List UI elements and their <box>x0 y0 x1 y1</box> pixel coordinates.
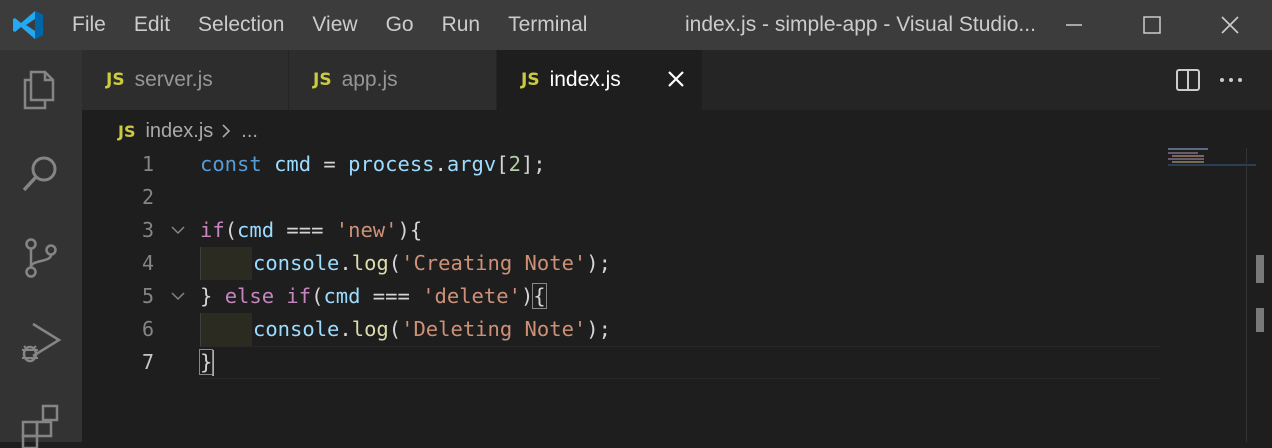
js-file-icon: JS <box>521 70 540 90</box>
line-code: if(cmd === 'new'){ <box>200 218 423 242</box>
line-number: 5 <box>141 284 154 308</box>
text-cursor <box>212 350 215 376</box>
line-number: 4 <box>141 251 154 275</box>
matching-bracket: } <box>198 349 214 375</box>
menu-edit[interactable]: Edit <box>120 0 184 50</box>
close-window-button[interactable] <box>1204 0 1256 50</box>
tab-index-js[interactable]: JS index.js <box>497 50 703 110</box>
tab-label: app.js <box>341 68 398 91</box>
minimize-icon <box>1066 24 1082 26</box>
maximize-icon <box>1143 16 1161 34</box>
run-debug-icon[interactable] <box>17 318 65 366</box>
matching-bracket: { <box>532 283 547 309</box>
window-title: index.js - simple-app - Visual Studio... <box>685 13 1036 36</box>
tab-label: index.js <box>549 68 621 91</box>
tab-label: server.js <box>134 68 213 91</box>
line-code: } else if(cmd === 'delete'){ <box>200 283 547 309</box>
line-number: 7 <box>141 350 154 374</box>
js-file-icon: JS <box>106 70 125 90</box>
menu-terminal[interactable]: Terminal <box>494 0 601 50</box>
chevron-right-icon <box>222 124 231 138</box>
explorer-icon[interactable] <box>17 66 65 114</box>
tab-server-js[interactable]: JS server.js <box>82 50 289 110</box>
close-icon <box>1221 16 1239 34</box>
menu-file[interactable]: File <box>58 0 120 50</box>
tab-app-js[interactable]: JS app.js <box>289 50 497 110</box>
minimap[interactable] <box>1160 148 1256 178</box>
code-line: 2 <box>82 181 1160 214</box>
title-bar: File Edit Selection View Go Run Terminal… <box>0 0 1272 50</box>
line-code: } <box>198 346 215 379</box>
menu-go[interactable]: Go <box>372 0 428 50</box>
scrollbar-thumb[interactable] <box>1256 255 1264 283</box>
source-control-icon[interactable] <box>17 234 65 282</box>
code-line: 6 console.log('Deleting Note'); <box>82 313 1160 346</box>
breadcrumb-more[interactable]: ... <box>241 120 258 143</box>
activity-bar <box>0 50 82 448</box>
line-number: 1 <box>141 152 154 176</box>
code-line: 1 const cmd = process.argv[2]; <box>82 148 1160 181</box>
line-number: 3 <box>141 218 154 242</box>
current-line-highlight <box>200 346 1160 379</box>
code-line: 5 } else if(cmd === 'delete'){ <box>82 280 1160 313</box>
code-line: 4 console.log('Creating Note'); <box>82 247 1160 280</box>
close-tab-icon[interactable] <box>664 67 688 91</box>
js-file-icon: JS <box>313 70 332 90</box>
more-actions-icon[interactable] <box>1217 66 1245 94</box>
split-editor-icon[interactable] <box>1174 66 1202 94</box>
line-code: console.log('Creating Note'); <box>253 251 611 275</box>
tab-bar: JS server.js JS app.js JS index.js <box>82 50 1272 110</box>
indent-guide <box>200 247 252 280</box>
menu-selection[interactable]: Selection <box>184 0 298 50</box>
menu-run[interactable]: Run <box>428 0 495 50</box>
menu-view[interactable]: View <box>298 0 371 50</box>
code-line-current: 7 } <box>82 346 1160 379</box>
maximize-button[interactable] <box>1126 0 1178 50</box>
indent-guide <box>200 313 252 346</box>
line-number: 2 <box>141 185 154 209</box>
fold-chevron-icon[interactable] <box>170 222 186 238</box>
minimize-button[interactable] <box>1048 0 1100 50</box>
vscode-logo-icon <box>13 11 43 39</box>
scrollbar-thumb[interactable] <box>1256 308 1264 332</box>
menu-bar: File Edit Selection View Go Run Terminal <box>58 0 601 50</box>
search-icon[interactable] <box>17 150 65 198</box>
fold-chevron-icon[interactable] <box>170 288 186 304</box>
breadcrumb: JS index.js ... <box>118 118 258 144</box>
extensions-icon[interactable] <box>17 400 65 448</box>
line-code: console.log('Deleting Note'); <box>253 317 611 341</box>
breadcrumb-file[interactable]: index.js <box>145 120 213 143</box>
line-number: 6 <box>141 317 154 341</box>
code-line: 3 if(cmd === 'new'){ <box>82 214 1160 247</box>
vertical-scrollbar[interactable] <box>1246 148 1272 442</box>
line-code: const cmd = process.argv[2]; <box>200 152 546 176</box>
js-file-icon: JS <box>118 121 136 141</box>
